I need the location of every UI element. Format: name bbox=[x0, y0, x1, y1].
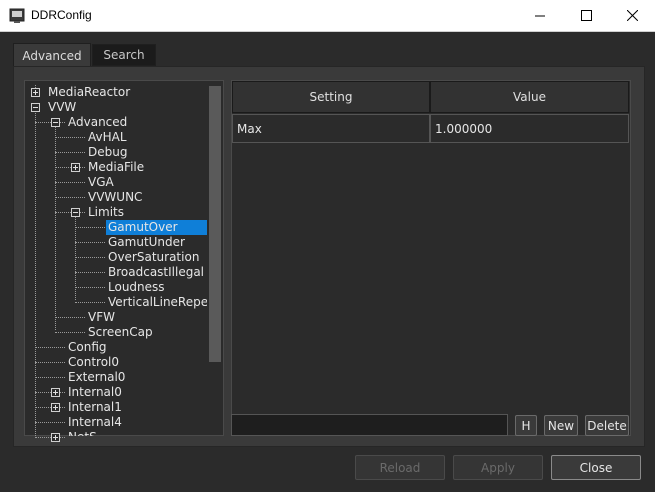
tree-item[interactable]: MediaFile bbox=[88, 160, 144, 175]
window-title: DDRConfig bbox=[31, 8, 92, 22]
collapse-icon[interactable] bbox=[71, 208, 80, 217]
cell-value[interactable]: 1.000000 bbox=[430, 114, 629, 143]
expand-icon[interactable] bbox=[71, 163, 80, 172]
tree-item[interactable]: VVWUNC bbox=[88, 190, 142, 205]
tree-guide-line bbox=[75, 257, 105, 258]
tree-item[interactable]: Internal4 bbox=[68, 415, 122, 430]
minimize-button[interactable] bbox=[517, 0, 563, 31]
reload-button[interactable]: Reload bbox=[355, 455, 445, 480]
tree-item[interactable]: Config bbox=[68, 340, 107, 355]
column-header-value[interactable]: Value bbox=[430, 81, 629, 113]
tree-guide-line bbox=[55, 123, 56, 330]
tree-guide-line bbox=[75, 242, 105, 243]
tree-guide-line bbox=[35, 362, 65, 363]
tree-guide-line bbox=[35, 122, 65, 123]
tree-guide-line bbox=[35, 108, 36, 436]
tree-item[interactable]: GamutOver bbox=[108, 220, 178, 235]
tree-item[interactable]: VVW bbox=[48, 100, 76, 115]
tree-guide-line bbox=[55, 317, 85, 318]
tree-item[interactable]: Internal1 bbox=[68, 400, 122, 415]
new-button[interactable]: New bbox=[544, 415, 578, 436]
collapse-icon[interactable] bbox=[51, 118, 60, 127]
tree-guide-line bbox=[75, 272, 105, 273]
h-button[interactable]: H bbox=[515, 415, 537, 436]
tab-advanced[interactable]: Advanced bbox=[13, 43, 91, 67]
close-window-button[interactable] bbox=[609, 0, 655, 31]
tree-item[interactable]: BroadcastIllegal bbox=[108, 265, 204, 280]
tree-item[interactable]: VFW bbox=[88, 310, 115, 325]
tree-guide-line bbox=[55, 332, 85, 333]
tree-item[interactable]: Debug bbox=[88, 145, 127, 160]
tree-item[interactable]: Advanced bbox=[68, 115, 127, 130]
maximize-button[interactable] bbox=[563, 0, 609, 31]
tree-item[interactable]: NetS... bbox=[68, 430, 108, 436]
tree-guide-line bbox=[55, 197, 85, 198]
tree-guide-line bbox=[35, 392, 65, 393]
tree-item[interactable]: VGA bbox=[88, 175, 114, 190]
tree-guide-line bbox=[55, 212, 85, 213]
expand-icon[interactable] bbox=[51, 403, 60, 412]
tree-item[interactable]: OverSaturation bbox=[108, 250, 199, 265]
tab-search[interactable]: Search bbox=[92, 44, 156, 66]
tree-guide-line bbox=[35, 377, 65, 378]
cell-setting[interactable]: Max bbox=[232, 114, 430, 143]
tree-guide-line bbox=[35, 347, 65, 348]
tree-item[interactable]: Loudness bbox=[108, 280, 165, 295]
maximize-icon bbox=[580, 10, 592, 21]
close-icon bbox=[626, 10, 638, 21]
tree-item[interactable]: GamutUnder bbox=[108, 235, 185, 250]
tree-item[interactable]: AvHAL bbox=[88, 130, 127, 145]
tree-guide-line bbox=[75, 302, 105, 303]
tree-guide-line bbox=[35, 407, 65, 408]
expand-icon[interactable] bbox=[51, 388, 60, 397]
value-edit-field[interactable] bbox=[231, 414, 508, 436]
expand-icon[interactable] bbox=[51, 433, 60, 442]
tree-item[interactable]: ScreenCap bbox=[88, 325, 153, 340]
tree-scrollbar-thumb[interactable] bbox=[209, 86, 221, 362]
tree-guide-line bbox=[35, 437, 65, 438]
tree-guide-line bbox=[75, 287, 105, 288]
column-header-setting[interactable]: Setting bbox=[232, 81, 430, 113]
tree-item[interactable]: Limits bbox=[88, 205, 124, 220]
tree-item[interactable]: VerticalLineRepe... bbox=[108, 295, 220, 310]
tree-item[interactable]: External0 bbox=[68, 370, 125, 385]
close-button[interactable]: Close bbox=[551, 455, 641, 480]
expand-icon[interactable] bbox=[31, 88, 40, 97]
tree-guide-line bbox=[35, 422, 65, 423]
tree-item[interactable]: Control0 bbox=[68, 355, 119, 370]
tree-item[interactable]: MediaReactor bbox=[48, 85, 130, 100]
delete-button[interactable]: Delete bbox=[585, 415, 629, 436]
app-icon bbox=[9, 8, 25, 24]
tree-guide-line bbox=[55, 152, 85, 153]
tree-item[interactable]: Internal0 bbox=[68, 385, 122, 400]
title-bar: DDRConfig bbox=[0, 0, 655, 32]
tree-guide-line bbox=[55, 137, 85, 138]
tree-guide-line bbox=[55, 182, 85, 183]
collapse-icon[interactable] bbox=[31, 103, 40, 112]
minimize-icon bbox=[535, 15, 545, 16]
apply-button[interactable]: Apply bbox=[453, 455, 543, 480]
tree-guide-line bbox=[75, 227, 105, 228]
tree-guide-line bbox=[55, 167, 85, 168]
